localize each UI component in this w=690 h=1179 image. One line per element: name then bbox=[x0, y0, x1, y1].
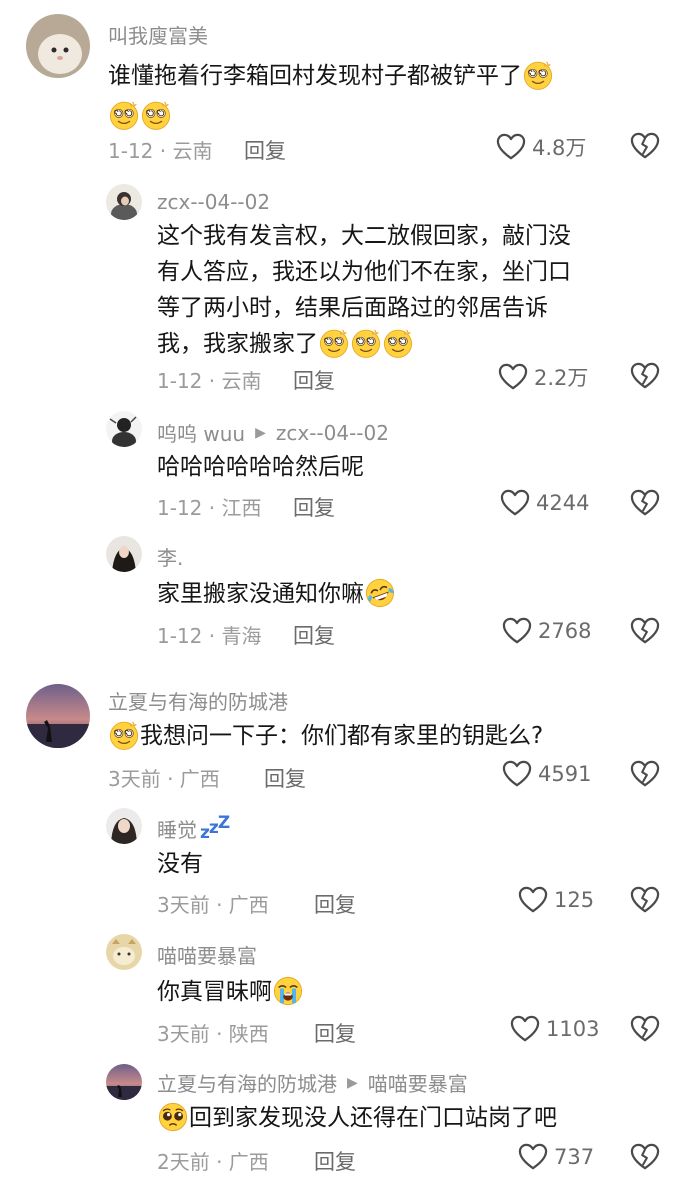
dizzy-face-emoji bbox=[108, 99, 140, 131]
comment-text: 哈哈哈哈哈哈然后呢 bbox=[157, 454, 364, 480]
like-button[interactable]: 737 bbox=[518, 1143, 594, 1171]
reply-button[interactable]: 回复 bbox=[293, 492, 335, 522]
triangle-right-icon: ▶ bbox=[255, 424, 266, 441]
comment-username[interactable]: 李. bbox=[157, 542, 183, 571]
dizzy-face-emoji bbox=[318, 327, 350, 359]
dislike-button[interactable] bbox=[630, 617, 660, 645]
like-button[interactable]: 2768 bbox=[502, 617, 591, 645]
heart-outline-icon bbox=[518, 886, 548, 914]
comment-meta: 3天前 · 广西 bbox=[157, 893, 269, 917]
avatar[interactable] bbox=[106, 1064, 142, 1100]
sleep-zzz-icon: zzZ bbox=[200, 812, 230, 843]
dislike-button[interactable] bbox=[630, 760, 660, 788]
reply-button[interactable]: 回复 bbox=[264, 763, 306, 793]
reply-button[interactable]: 回复 bbox=[293, 620, 335, 650]
comment-username[interactable]: 立夏与有海的防城港 bbox=[108, 686, 288, 715]
broken-heart-icon bbox=[630, 617, 660, 645]
dislike-button[interactable] bbox=[630, 886, 660, 914]
rolling-laughing-emoji bbox=[364, 577, 396, 609]
reply-button[interactable]: 回复 bbox=[314, 1146, 356, 1176]
reply-target-username[interactable]: zcx--04--02 bbox=[276, 421, 389, 445]
comment-username[interactable]: zcx--04--02 bbox=[157, 190, 270, 214]
reply-item: 喵喵要暴富 你真冒昧啊 3天前 · 陕西 回复 1103 bbox=[0, 930, 690, 1058]
broken-heart-icon bbox=[630, 886, 660, 914]
avatar[interactable] bbox=[106, 411, 142, 447]
broken-heart-icon bbox=[630, 1015, 660, 1043]
like-button[interactable]: 4.8万 bbox=[496, 132, 586, 162]
like-button[interactable]: 1103 bbox=[510, 1015, 599, 1043]
dislike-button[interactable] bbox=[630, 489, 660, 517]
dislike-button[interactable] bbox=[630, 1143, 660, 1171]
broken-heart-icon bbox=[630, 760, 660, 788]
avatar[interactable] bbox=[106, 536, 142, 572]
triangle-right-icon: ▶ bbox=[347, 1074, 358, 1091]
comment-text: 这个我有发言权，大二放假回家，敲门没 有人答应，我还以为他们不在家，坐门口 等了… bbox=[157, 223, 571, 359]
comment-meta: 1-12 · 云南 bbox=[157, 369, 262, 393]
like-button[interactable]: 2.2万 bbox=[498, 362, 588, 392]
like-button[interactable]: 4591 bbox=[502, 760, 591, 788]
reply-target-username[interactable]: 喵喵要暴富 bbox=[368, 1068, 468, 1097]
broken-heart-icon bbox=[630, 489, 660, 517]
reply-item: zcx--04--02 这个我有发言权，大二放假回家，敲门没 有人答应，我还以为… bbox=[0, 180, 690, 415]
dizzy-face-emoji bbox=[108, 719, 140, 751]
avatar[interactable] bbox=[26, 14, 90, 78]
heart-outline-icon bbox=[498, 363, 528, 391]
reply-item: 睡觉 zzZ 没有 3天前 · 广西 回复 125 bbox=[0, 800, 690, 930]
dizzy-face-emoji bbox=[522, 59, 554, 91]
heart-outline-icon bbox=[502, 760, 532, 788]
comment-username[interactable]: 叫我廋富美 bbox=[108, 20, 208, 49]
comment-item: 立夏与有海的防城港 我想问一下子：你们都有家里的钥匙么? 3天前 · 广西 回复… bbox=[0, 670, 690, 800]
avatar[interactable] bbox=[106, 184, 142, 220]
comment-username[interactable]: 立夏与有海的防城港 ▶ 喵喵要暴富 bbox=[157, 1068, 468, 1097]
comment-meta: 1-12 · 云南 bbox=[108, 139, 213, 163]
broken-heart-icon bbox=[630, 362, 660, 390]
comment-text: 我想问一下子：你们都有家里的钥匙么? bbox=[108, 718, 543, 754]
like-button[interactable]: 125 bbox=[518, 886, 594, 914]
reply-button[interactable]: 回复 bbox=[244, 135, 286, 165]
comment-text: 你真冒昧啊 bbox=[157, 974, 304, 1010]
comment-meta: 1-12 · 青海 bbox=[157, 624, 262, 648]
dislike-button[interactable] bbox=[630, 132, 660, 160]
avatar[interactable] bbox=[106, 934, 142, 970]
avatar[interactable] bbox=[26, 684, 90, 748]
dislike-button[interactable] bbox=[630, 362, 660, 390]
comment-text: 回到家发现没人还得在门口站岗了吧 bbox=[157, 1100, 557, 1136]
comment-username[interactable]: 睡觉 zzZ bbox=[157, 812, 230, 843]
heart-outline-icon bbox=[518, 1143, 548, 1171]
pleading-face-emoji bbox=[157, 1101, 189, 1133]
broken-heart-icon bbox=[630, 1143, 660, 1171]
comment-meta: 3天前 · 陕西 bbox=[157, 1022, 269, 1046]
comment-meta: 1-12 · 江西 bbox=[157, 496, 262, 520]
comment-username[interactable]: 呜呜 wuu ▶ zcx--04--02 bbox=[157, 418, 389, 447]
heart-outline-icon bbox=[496, 133, 526, 161]
comment-meta: 3天前 · 广西 bbox=[108, 767, 220, 791]
heart-outline-icon bbox=[502, 617, 532, 645]
comment-text: 家里搬家没通知你嘛 bbox=[157, 576, 396, 612]
comment-text: 谁懂拖着行李箱回村发现村子都被铲平了 bbox=[108, 56, 554, 136]
reply-item: 呜呜 wuu ▶ zcx--04--02 哈哈哈哈哈哈然后呢 1-12 · 江西… bbox=[0, 405, 690, 530]
dislike-button[interactable] bbox=[630, 1015, 660, 1043]
reply-button[interactable]: 回复 bbox=[314, 889, 356, 919]
broken-heart-icon bbox=[630, 132, 660, 160]
comment-username[interactable]: 喵喵要暴富 bbox=[157, 940, 257, 969]
loudly-crying-emoji bbox=[272, 975, 304, 1007]
comment-text: 没有 bbox=[157, 851, 203, 877]
heart-outline-icon bbox=[510, 1015, 540, 1043]
comment-item: 叫我廋富美 谁懂拖着行李箱回村发现村子都被铲平了 1-12 · 云南 回复 4.… bbox=[0, 0, 690, 180]
heart-outline-icon bbox=[500, 489, 530, 517]
like-button[interactable]: 4244 bbox=[500, 489, 589, 517]
reply-button[interactable]: 回复 bbox=[314, 1018, 356, 1048]
dizzy-face-emoji bbox=[350, 327, 382, 359]
dizzy-face-emoji bbox=[382, 327, 414, 359]
avatar[interactable] bbox=[106, 808, 142, 844]
reply-item: 立夏与有海的防城港 ▶ 喵喵要暴富 回到家发现没人还得在门口站岗了吧 2天前 ·… bbox=[0, 1058, 690, 1179]
reply-item: 李. 家里搬家没通知你嘛 1-12 · 青海 回复 2768 bbox=[0, 530, 690, 660]
dizzy-face-emoji bbox=[140, 99, 172, 131]
comment-meta: 2天前 · 广西 bbox=[157, 1150, 269, 1174]
reply-button[interactable]: 回复 bbox=[293, 365, 335, 395]
